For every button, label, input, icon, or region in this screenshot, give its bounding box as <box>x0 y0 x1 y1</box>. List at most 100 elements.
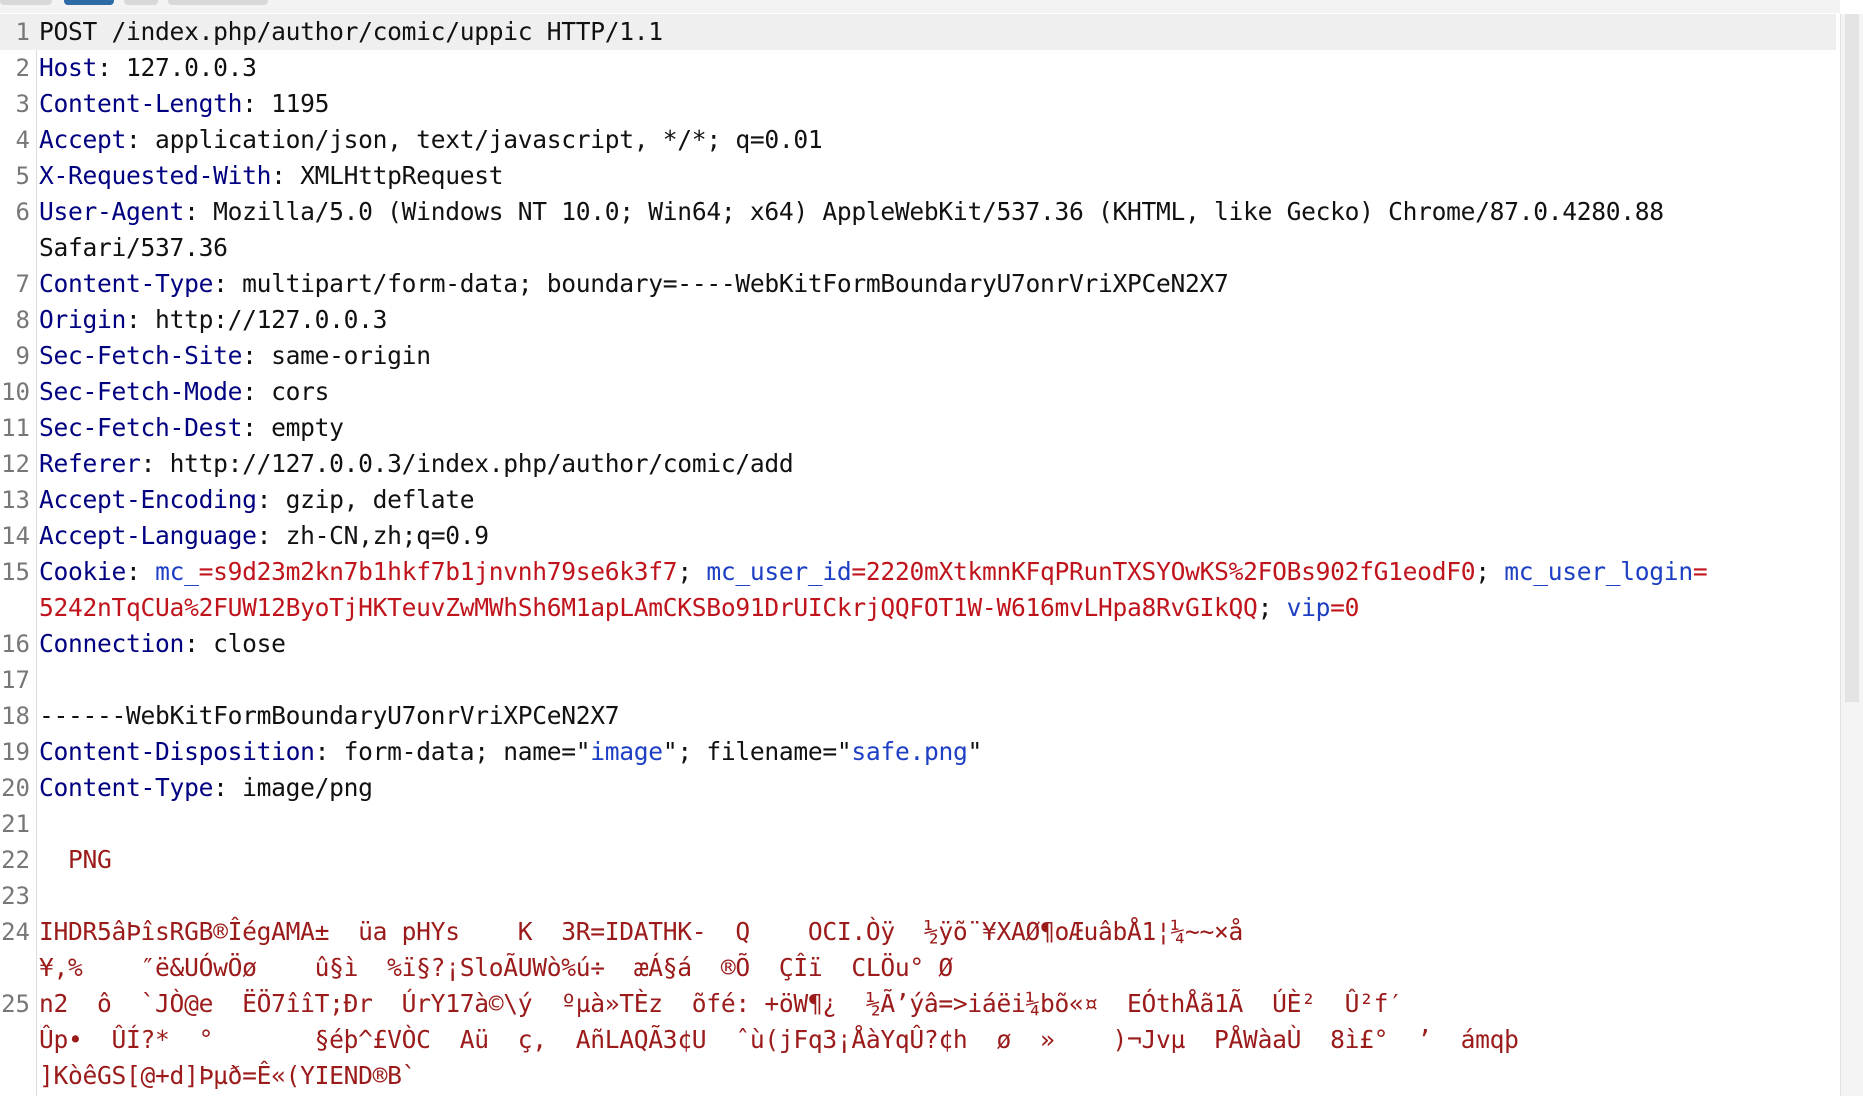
editor-line[interactable]: ]KòêGS[@+d]Þµð=Ê«(YIEND®B` <box>0 1058 1836 1094</box>
line-number: 7 <box>15 270 30 298</box>
editor-line[interactable]: 3 Content-Length: 1195 <box>0 86 1836 122</box>
line-text: Accept: application/json, text/javascrip… <box>39 122 823 158</box>
line-number: 25 <box>1 990 30 1018</box>
text: : http://127.0.0.3 <box>126 305 388 334</box>
editor-line[interactable]: 18 ------WebKitFormBoundaryU7onrVriXPCeN2… <box>0 698 1836 734</box>
editor-line[interactable]: 1 POST /index.php/author/comic/uppic HTTP… <box>0 14 1836 50</box>
line-number: 3 <box>15 90 30 118</box>
header-name: X-Requested-With <box>39 161 272 190</box>
line-text: Content-Length: 1195 <box>39 86 329 122</box>
line-number: 23 <box>1 882 30 910</box>
text: : close <box>184 629 286 658</box>
editor-line[interactable]: 25 n2 ô `JÒ@e ËÖ7îîT;Ðr ÚrY17à©\ý ºµà»TÈz… <box>0 986 1836 1022</box>
editor-line[interactable]: 15 Cookie: mc_=s9d23m2kn7b1hkf7b1jnvnh79s… <box>0 554 1836 590</box>
line-text: ------WebKitFormBoundaryU7onrVriXPCeN2X7 <box>39 698 620 734</box>
editor-line[interactable]: 19 Content-Disposition: form-data; name="… <box>0 734 1836 770</box>
line-number: 11 <box>1 414 30 442</box>
header-name: Cookie <box>39 557 127 586</box>
editor-line[interactable]: 21 <box>0 806 1836 842</box>
editor-line[interactable]: 11 Sec-Fetch-Dest: empty <box>0 410 1836 446</box>
tab-active[interactable] <box>64 0 114 5</box>
header-name: Sec-Fetch-Mode <box>39 377 243 406</box>
header-name: User-Agent <box>39 197 185 226</box>
line-text: POST /index.php/author/comic/uppic HTTP/… <box>39 14 663 50</box>
header-name: Referer <box>39 449 141 478</box>
line-number: 6 <box>15 198 30 226</box>
line-number: 21 <box>1 810 30 838</box>
editor-line[interactable]: 20 Content-Type: image/png <box>0 770 1836 806</box>
line-number: 22 <box>1 846 30 874</box>
editor-line[interactable]: 10 Sec-Fetch-Mode: cors <box>0 374 1836 410</box>
line-number: 24 <box>1 918 30 946</box>
editor-line[interactable]: 5242nTqCUa%2FUW12ByoTjHKTeuvZwMWhSh6M1ap… <box>0 590 1836 626</box>
scrollbar-thumb[interactable] <box>1845 14 1859 702</box>
line-text: Sec-Fetch-Dest: empty <box>39 410 344 446</box>
editor-line[interactable]: Safari/537.36 <box>0 230 1836 266</box>
vertical-scrollbar[interactable] <box>1840 14 1863 1096</box>
text: : XMLHttpRequest <box>271 161 504 190</box>
line-number: 20 <box>1 774 30 802</box>
text: "; filename=" <box>662 737 852 766</box>
editor-line[interactable]: 6 User-Agent: Mozilla/5.0 (Windows NT 10.… <box>0 194 1836 230</box>
header-name: Host <box>39 53 98 82</box>
editor-line[interactable]: 7 Content-Type: multipart/form-data; boun… <box>0 266 1836 302</box>
editor-line[interactable]: 13 Accept-Encoding: gzip, deflate <box>0 482 1836 518</box>
line-number: 2 <box>15 54 30 82</box>
header-name: Content-Disposition <box>39 737 315 766</box>
cookie-value: = <box>1692 557 1708 586</box>
line-text: 5242nTqCUa%2FUW12ByoTjHKTeuvZwMWhSh6M1ap… <box>39 590 1359 626</box>
header-name: Content-Type <box>39 773 214 802</box>
tab[interactable] <box>124 0 158 5</box>
text: : multipart/form-data; boundary=----WebK… <box>213 269 1229 298</box>
editor-line[interactable]: 24 IHDR5âÞîsRGB®ÎégAMA± üa pHYs K 3R=IDAT… <box>0 914 1836 950</box>
editor-line[interactable]: 14 Accept-Language: zh-CN,zh;q=0.9 <box>0 518 1836 554</box>
binary-data: ¥,% ″ë&UÓwÖø û§ì %ï§?¡SloÃUWò%ú÷ æÁ§á ®Õ… <box>39 953 953 982</box>
binary-data: IHDR5âÞîsRGB®ÎégAMA± üa pHYs K 3R=IDATHK… <box>39 917 1244 946</box>
editor-line[interactable]: 8 Origin: http://127.0.0.3 <box>0 302 1836 338</box>
line-number: 12 <box>1 450 30 478</box>
editor-line[interactable]: ¥,% ″ë&UÓwÖø û§ì %ï§?¡SloÃUWò%ú÷ æÁ§á ®Õ… <box>0 950 1836 986</box>
binary-data: n2 ô `JÒ@e ËÖ7îîT;Ðr ÚrY17à©\ý ºµà»TÈz õ… <box>39 989 1403 1018</box>
tab[interactable] <box>0 0 52 5</box>
cookie-value: =0 <box>1330 593 1360 622</box>
binary-data: PNG <box>39 845 112 874</box>
line-number: 8 <box>15 306 30 334</box>
editor-line[interactable]: 17 <box>0 662 1836 698</box>
line-text: Content-Type: image/png <box>39 770 373 806</box>
editor-line[interactable]: 12 Referer: http://127.0.0.3/index.php/au… <box>0 446 1836 482</box>
line-text: IHDR5âÞîsRGB®ÎégAMA± üa pHYs K 3R=IDATHK… <box>39 914 1243 950</box>
editor-line[interactable]: 9 Sec-Fetch-Site: same-origin <box>0 338 1836 374</box>
editor-line[interactable]: 22 PNG <box>0 842 1836 878</box>
line-number: 14 <box>1 522 30 550</box>
line-text: Cookie: mc_=s9d23m2kn7b1hkf7b1jnvnh79se6… <box>39 554 1708 590</box>
line-text: Sec-Fetch-Mode: cors <box>39 374 329 410</box>
editor-line[interactable]: 16 Connection: close <box>0 626 1836 662</box>
message-tabs <box>0 0 1840 13</box>
header-name: Accept-Encoding <box>39 485 257 514</box>
editor-line[interactable]: 4 Accept: application/json, text/javascri… <box>0 122 1836 158</box>
binary-data: ]KòêGS[@+d]Þµð=Ê«(YIEND®B` <box>39 1061 417 1090</box>
text: : empty <box>242 413 344 442</box>
text: : cors <box>242 377 330 406</box>
line-number: 9 <box>15 342 30 370</box>
editor-line[interactable]: 23 <box>0 878 1836 914</box>
editor-line[interactable]: 5 X-Requested-With: XMLHttpRequest <box>0 158 1836 194</box>
param-name: image <box>590 737 663 766</box>
header-name: Origin <box>39 305 127 334</box>
text: POST /index.php/author/comic/uppic HTTP/… <box>39 17 663 46</box>
line-text: Origin: http://127.0.0.3 <box>39 302 387 338</box>
tab[interactable] <box>168 0 268 5</box>
line-text: Connection: close <box>39 626 286 662</box>
text: : 127.0.0.3 <box>97 53 257 82</box>
line-text: Referer: http://127.0.0.3/index.php/auth… <box>39 446 794 482</box>
cookie-value: =2220mXtkmnKFqPRunTXSYOwKS%2FOBs902fG1eo… <box>851 557 1476 586</box>
request-editor[interactable]: 1 POST /index.php/author/comic/uppic HTTP… <box>0 14 1836 1094</box>
text: : 1195 <box>242 89 330 118</box>
line-text: X-Requested-With: XMLHttpRequest <box>39 158 504 194</box>
param-name: mc_user_login <box>1504 557 1693 586</box>
cookie-value: =s9d23m2kn7b1hkf7b1jnvnh79se6k3f7 <box>198 557 678 586</box>
editor-line[interactable]: Ûp• ÛÍ?* ° §éþ^£VÒC Aü ç, AñLAQÃ3¢U ˆù(j… <box>0 1022 1836 1058</box>
text: ------WebKitFormBoundaryU7onrVriXPCeN2X7 <box>39 701 620 730</box>
line-number: 16 <box>1 630 30 658</box>
editor-line[interactable]: 2 Host: 127.0.0.3 <box>0 50 1836 86</box>
